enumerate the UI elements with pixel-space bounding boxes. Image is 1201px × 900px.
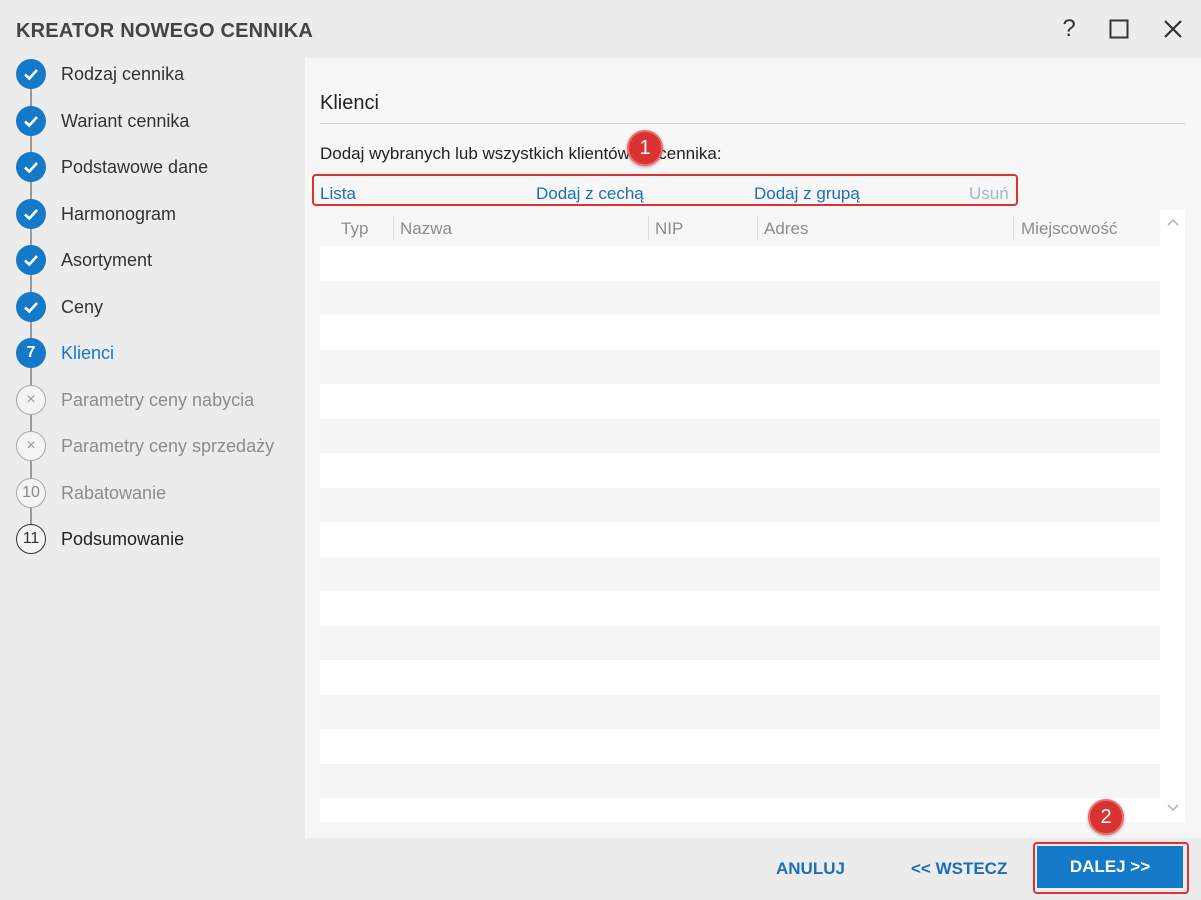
help-button[interactable]: ? <box>1054 14 1084 44</box>
column-divider <box>757 216 758 240</box>
empty-row <box>320 246 1160 281</box>
annotation-marker-2: 2 <box>1088 799 1124 835</box>
maximize-icon <box>1109 19 1129 39</box>
client-actions-bar: Lista Dodaj z cechą Dodaj z grupą Usuń <box>312 174 1018 206</box>
maximize-button[interactable] <box>1104 14 1134 44</box>
remove-link[interactable]: Usuń <box>969 184 1009 204</box>
empty-row <box>320 522 1160 557</box>
step-label: Parametry ceny nabycia <box>61 389 255 410</box>
column-header-nip[interactable]: NIP <box>655 219 683 239</box>
back-button[interactable]: << WSTECZ <box>911 859 1007 879</box>
column-header-nazwa[interactable]: Nazwa <box>400 219 452 239</box>
step-number-badge: 11 <box>16 524 46 554</box>
check-icon <box>16 105 46 136</box>
add-by-group-link[interactable]: Dodaj z grupą <box>754 184 860 204</box>
skipped-icon: × <box>16 431 46 461</box>
add-by-feature-link[interactable]: Dodaj z cechą <box>536 184 644 204</box>
step-label: Ceny <box>61 296 104 317</box>
section-title: Klienci <box>320 92 379 114</box>
empty-row <box>320 763 1160 798</box>
grid-scrollbar[interactable] <box>1160 210 1185 822</box>
column-divider <box>648 216 649 240</box>
check-icon <box>16 59 46 89</box>
section-divider <box>320 123 1185 124</box>
step-number-badge: 10 <box>16 477 46 508</box>
step-wariant-cennika[interactable]: Wariant cennika <box>16 105 296 137</box>
grid-body[interactable] <box>320 246 1160 822</box>
step-label: Wariant cennika <box>61 110 190 131</box>
next-button[interactable]: DALEJ >> <box>1037 846 1183 888</box>
empty-row <box>320 729 1160 764</box>
empty-row <box>320 487 1160 522</box>
check-icon <box>16 152 46 182</box>
wizard-steps: Rodzaj cennika Wariant cennika Podstawow… <box>0 58 305 838</box>
skipped-icon: × <box>16 384 46 415</box>
step-parametry-ceny-sprzedazy[interactable]: × Parametry ceny sprzedaży <box>16 430 296 462</box>
check-icon <box>16 198 46 229</box>
grid-header: Typ Nazwa NIP Adres Miejscowość <box>320 210 1160 246</box>
cancel-button[interactable]: ANULUJ <box>776 859 845 879</box>
empty-row <box>320 280 1160 315</box>
check-icon <box>16 291 46 322</box>
step-rabatowanie[interactable]: 10 Rabatowanie <box>16 477 296 509</box>
empty-row <box>320 660 1160 695</box>
scroll-down-icon[interactable] <box>1160 798 1185 818</box>
main-panel: Klienci Dodaj wybranych lub wszystkich k… <box>305 58 1201 838</box>
step-label: Harmonogram <box>61 203 177 224</box>
step-number-badge: 7 <box>16 338 46 368</box>
step-asortyment[interactable]: Asortyment <box>16 244 296 276</box>
step-label: Parametry ceny sprzedaży <box>61 436 275 456</box>
step-label: Podstawowe dane <box>61 157 209 177</box>
window-title: KREATOR NOWEGO CENNIKA <box>16 20 313 42</box>
scroll-up-icon[interactable] <box>1160 212 1185 232</box>
empty-row <box>320 453 1160 488</box>
help-icon: ? <box>1062 15 1076 42</box>
step-label: Klienci <box>61 343 115 363</box>
step-harmonogram[interactable]: Harmonogram <box>16 198 296 230</box>
empty-row <box>320 418 1160 453</box>
close-icon <box>1164 20 1182 38</box>
close-button[interactable] <box>1158 14 1188 44</box>
column-divider <box>1013 216 1014 240</box>
list-link[interactable]: Lista <box>320 184 356 204</box>
step-label: Rodzaj cennika <box>61 64 185 84</box>
step-parametry-ceny-nabycia[interactable]: × Parametry ceny nabycia <box>16 384 296 416</box>
check-icon <box>16 245 46 275</box>
step-podsumowanie[interactable]: 11 Podsumowanie <box>16 523 296 555</box>
empty-row <box>320 591 1160 626</box>
step-ceny[interactable]: Ceny <box>16 291 296 323</box>
column-header-typ[interactable]: Typ <box>341 219 368 239</box>
next-button-label: DALEJ >> <box>1069 857 1151 876</box>
annotation-marker-1: 1 <box>627 130 663 166</box>
step-podstawowe-dane[interactable]: Podstawowe dane <box>16 151 296 183</box>
step-klienci[interactable]: 7 Klienci <box>16 337 296 369</box>
empty-row <box>320 349 1160 384</box>
step-label: Podsumowanie <box>61 529 185 549</box>
step-label: Asortyment <box>61 250 153 270</box>
empty-row <box>320 556 1160 591</box>
column-divider <box>393 216 394 240</box>
column-header-adres[interactable]: Adres <box>764 219 808 239</box>
title-bar: KREATOR NOWEGO CENNIKA ? <box>0 0 1201 58</box>
empty-row <box>320 315 1160 350</box>
step-rodzaj-cennika[interactable]: Rodzaj cennika <box>16 58 296 90</box>
column-header-miejscowosc[interactable]: Miejscowość <box>1021 219 1117 239</box>
empty-row <box>320 798 1160 822</box>
empty-row <box>320 384 1160 419</box>
empty-row <box>320 625 1160 660</box>
clients-grid[interactable]: Typ Nazwa NIP Adres Miejscowość <box>320 210 1160 822</box>
empty-row <box>320 694 1160 729</box>
step-label: Rabatowanie <box>61 482 167 503</box>
